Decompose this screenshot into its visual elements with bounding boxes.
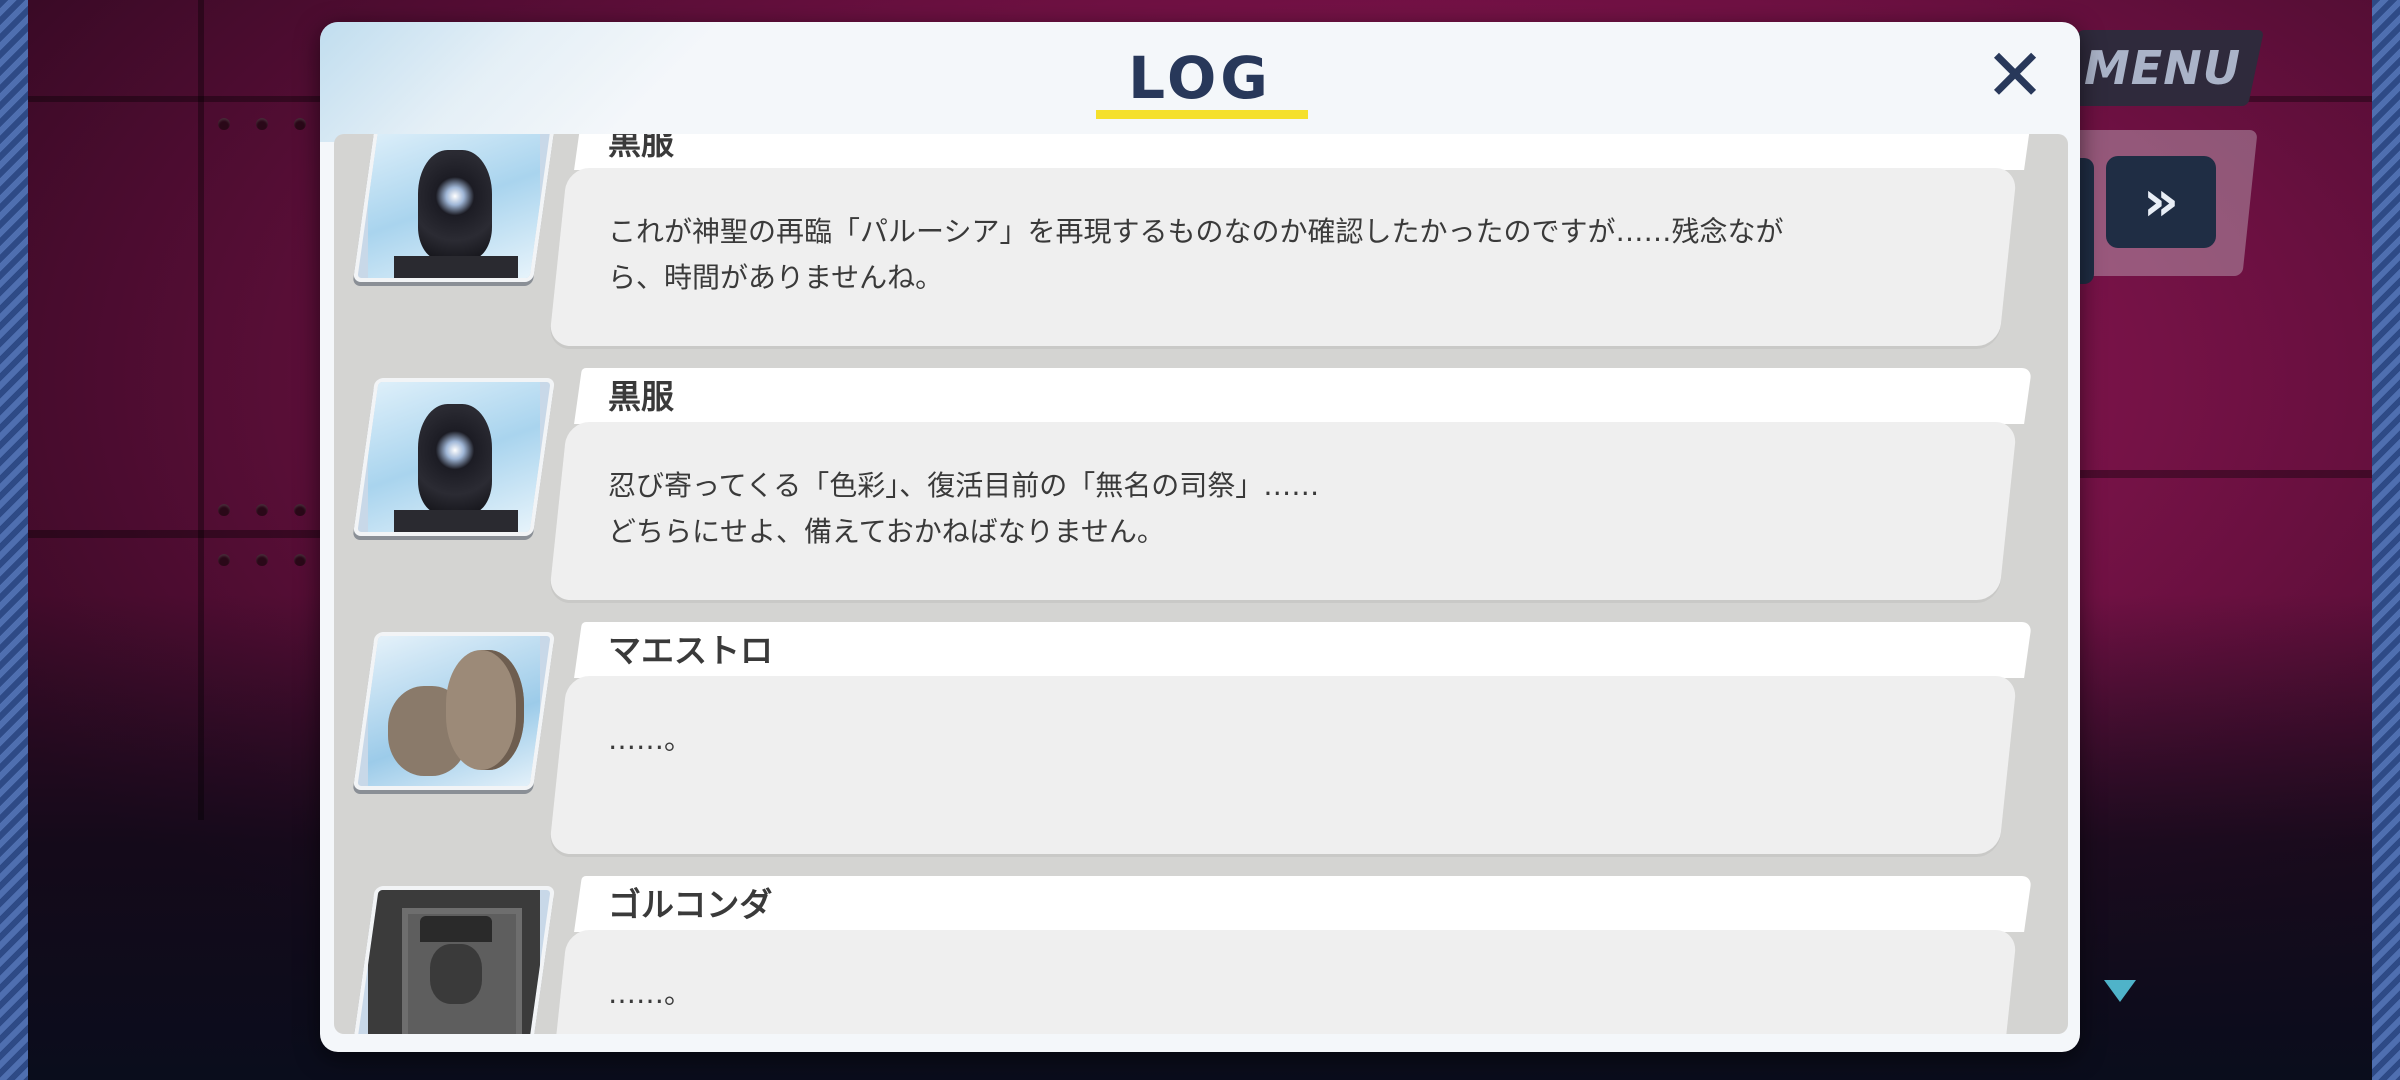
speaker-name: ゴルコンダ	[608, 885, 773, 924]
speaker-name-bar	[574, 134, 2032, 170]
fast-forward-icon: »	[2142, 169, 2180, 234]
wall-seam	[2078, 470, 2372, 478]
rivet	[256, 504, 268, 516]
kurofuku-portrait	[352, 134, 556, 282]
dialogue-line: ……。	[608, 723, 693, 756]
log-list[interactable]: 黒服 これが神聖の再臨「パルーシア」を再現するものなのか確認したかったのですが……	[334, 134, 2068, 1034]
rivet	[256, 118, 268, 130]
rivet	[218, 504, 230, 516]
menu-button[interactable]: MENU	[2061, 30, 2265, 106]
dialogue-line: ……。	[608, 977, 693, 1010]
close-button[interactable]: ✕	[1980, 33, 2050, 117]
skip-button[interactable]: »	[2106, 156, 2216, 248]
speaker-name-bar	[574, 368, 2032, 424]
right-border-stripe	[2372, 0, 2400, 1080]
left-border-stripe	[0, 0, 28, 1080]
title-underline	[1096, 110, 1308, 119]
log-entry: 黒服 忍び寄ってくる「色彩」、復活目前の「無名の司祭」…… どちらにせよ、備えて…	[334, 360, 2068, 610]
rivet	[218, 554, 230, 566]
golconda-portrait	[352, 886, 556, 1034]
log-entry: ゴルコンダ ……。	[334, 868, 2068, 1034]
log-entry: 黒服 これが神聖の再臨「パルーシア」を再現するものなのか確認したかったのですが……	[334, 134, 2068, 356]
close-icon: ✕	[1984, 33, 2046, 117]
dialogue-line: ら、時間がありませんね。	[608, 261, 944, 294]
rivet	[294, 504, 306, 516]
speaker-name: 黒服	[608, 134, 674, 162]
dialogue-line: どちらにせよ、備えておかねばなりません。	[608, 515, 1165, 548]
speaker-name: マエストロ	[608, 631, 773, 670]
maestro-portrait	[352, 632, 556, 790]
next-indicator-icon	[2104, 980, 2136, 1002]
dialogue-bubble	[548, 930, 2018, 1034]
log-window: LOG ✕ 黒服 これが神聖の再臨「パルーシア」を再現するものなのか確認したかっ…	[320, 22, 2080, 1052]
wall-seam	[198, 0, 204, 820]
log-entry: マエストロ ……。	[334, 614, 2068, 864]
speaker-name: 黒服	[608, 377, 674, 416]
rivet	[218, 118, 230, 130]
kurofuku-portrait	[352, 378, 556, 536]
rivet	[294, 118, 306, 130]
dialogue-line: 忍び寄ってくる「色彩」、復活目前の「無名の司祭」……	[608, 469, 1320, 502]
speaker-name-bar	[574, 876, 2032, 932]
dialogue-line: これが神聖の再臨「パルーシア」を再現するものなのか確認したかったのですが……残念…	[608, 215, 1784, 248]
speaker-name-bar	[574, 622, 2032, 678]
rivet	[256, 554, 268, 566]
log-title: LOG	[1128, 44, 1272, 112]
dialogue-bubble	[548, 676, 2018, 854]
menu-label: MENU	[2084, 41, 2242, 95]
rivet	[294, 554, 306, 566]
